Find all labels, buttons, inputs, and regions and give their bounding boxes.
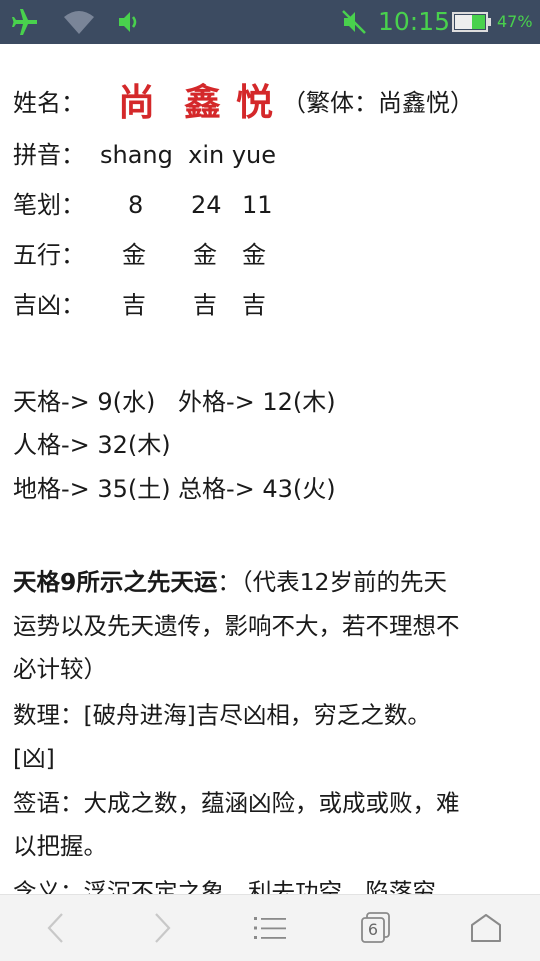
waige-value: 外格-> 12(木)	[178, 388, 336, 416]
strokes-3: 11	[242, 191, 273, 219]
name-char-3: 悦	[236, 81, 273, 124]
menu-icon	[254, 917, 286, 939]
tab-count: 6	[367, 920, 379, 939]
back-button[interactable]	[26, 895, 86, 961]
analysis-line-6: 签语：大成之数，蕴涵凶险，或成或败，难	[13, 789, 460, 817]
analysis-heading: 天格9所示之先天运	[13, 568, 218, 596]
analysis-line-5: [凶]	[13, 744, 55, 772]
bottom-nav-bar: 6	[0, 894, 540, 961]
pinyin-value: shang xin yue	[100, 141, 277, 169]
status-bar: 10:15 47%	[0, 0, 540, 44]
status-time: 10:15	[378, 7, 451, 36]
zongge-value: 总格-> 43(火)	[178, 475, 336, 503]
airplane-icon	[10, 0, 40, 44]
strokes-2: 24	[191, 191, 222, 219]
dige-value: 地格-> 35(土)	[13, 475, 171, 503]
jixiong-label: 吉凶：	[13, 291, 85, 319]
tiange-value: 天格-> 9(水)	[13, 388, 156, 416]
wifi-icon	[62, 0, 96, 44]
analysis-line-2: 运势以及先天遗传，影响不大，若不理想不	[13, 612, 460, 640]
home-icon	[471, 914, 501, 942]
mute-icon	[340, 0, 368, 44]
wuxing-label: 五行：	[13, 241, 85, 269]
name-char-1: 尚	[118, 81, 155, 124]
jixiong-3: 吉	[242, 291, 266, 319]
analysis-heading-line: 天格9所示之先天运：（代表12岁前的先天	[13, 562, 528, 602]
name-label: 姓名：	[13, 89, 85, 117]
wuxing-3: 金	[242, 241, 266, 269]
content-area[interactable]: 姓名： 尚 鑫 悦 （繁体：尚鑫悦） 拼音： shang xin yue 笔划：…	[0, 44, 540, 894]
volume-icon	[116, 0, 144, 44]
analysis-intro: ：（代表12岁前的先天	[217, 568, 448, 596]
renge-value: 人格-> 32(木)	[13, 431, 171, 459]
battery-percent: 47%	[497, 12, 533, 31]
battery-icon	[452, 0, 492, 44]
analysis-line-4: 数理：[破舟进海]吉尽凶相，穷乏之数。	[13, 701, 431, 729]
jixiong-2: 吉	[193, 291, 217, 319]
menu-button[interactable]	[240, 895, 300, 961]
analysis-line-8: 含义：浮沉不定之象，利去功空，陷落穷	[13, 878, 436, 894]
wuxing-2: 金	[193, 241, 217, 269]
analysis-line-7: 以把握。	[13, 832, 107, 860]
chevron-left-icon	[47, 913, 63, 943]
strokes-label: 笔划：	[13, 191, 85, 219]
traditional-note: （繁体：尚鑫悦）	[282, 89, 474, 117]
strokes-1: 8	[128, 191, 144, 219]
pinyin-label: 拼音：	[13, 141, 85, 169]
home-button[interactable]	[456, 895, 516, 961]
name-char-2: 鑫	[184, 81, 221, 124]
forward-button[interactable]	[132, 895, 192, 961]
jixiong-1: 吉	[122, 291, 146, 319]
wuxing-1: 金	[122, 241, 146, 269]
tabs-icon: 6	[359, 911, 393, 945]
chevron-right-icon	[155, 913, 171, 943]
analysis-line-3: 必计较）	[13, 655, 107, 683]
tabs-button[interactable]: 6	[346, 895, 406, 961]
